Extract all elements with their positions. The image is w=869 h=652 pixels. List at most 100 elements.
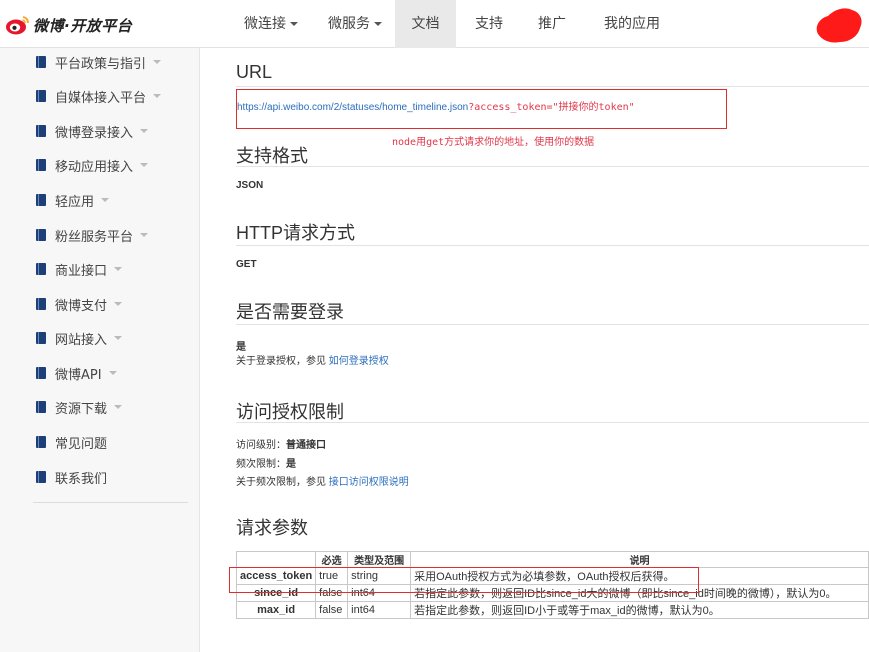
top-navbar: 微博·开放平台 微连接 微服务 文档 支持 推广 我的应用 [0, 0, 869, 48]
chevron-down-icon [153, 60, 162, 64]
param-desc: 若指定此参数，则返回ID小于或等于max_id的微博，默认为0。 [410, 601, 869, 619]
column-header [235, 551, 317, 568]
column-header-type: 类型及范围 [347, 551, 412, 568]
nav-label: 微服务 [328, 16, 370, 32]
nav-label: 推广 [538, 16, 566, 32]
sidebar-item-contact[interactable]: 联系我们 [36, 467, 107, 487]
nav-weilianjie[interactable]: 微连接 [232, 0, 310, 48]
book-icon [36, 90, 46, 102]
endpoint-url[interactable]: https://api.weibo.com/2/statuses/home_ti… [237, 102, 468, 113]
frequency-limit-label: 频次限制： [236, 459, 286, 470]
url-line: https://api.weibo.com/2/statuses/home_ti… [237, 98, 635, 113]
sidebar-item-label: 微博登录接入 [55, 125, 134, 141]
divider [236, 324, 869, 325]
sidebar-item-website[interactable]: 网站接入 [36, 328, 123, 348]
sidebar-item-weibo-login[interactable]: 微博登录接入 [36, 121, 149, 141]
book-icon [36, 332, 46, 344]
book-icon [36, 436, 46, 448]
chevron-down-icon [101, 198, 110, 202]
section-heading-url: URL [236, 62, 273, 82]
table-header-row: 必选 类型及范围 说明 [235, 551, 869, 568]
sidebar-item-weibo-api[interactable]: 微博API [36, 363, 117, 383]
param-type: int64 [347, 601, 412, 619]
sidebar-item-label: 自媒体接入平台 [55, 90, 147, 106]
access-permission-link[interactable]: 接口访问权限说明 [329, 477, 409, 488]
book-icon [36, 56, 46, 68]
sidebar-item-label: 常见问题 [55, 436, 108, 452]
section-heading-format: 支持格式 [236, 146, 308, 166]
divider [236, 166, 869, 167]
nav-weifuwu[interactable]: 微服务 [316, 0, 394, 48]
login-auth-link[interactable]: 如何登录授权 [329, 356, 389, 367]
section-heading-access-limit: 访问授权限制 [236, 402, 344, 422]
sidebar: 平台政策与指引 自媒体接入平台 微博登录接入 移动应用接入 轻应用 粉丝服务平台… [0, 48, 200, 652]
weibo-logo[interactable]: 微博·开放平台 [6, 13, 132, 37]
annotation-note: node用get方式请求你的地址，使用你的数据 [392, 137, 595, 148]
sidebar-item-label: 平台政策与指引 [55, 56, 147, 72]
book-icon [36, 401, 46, 413]
book-icon [36, 298, 46, 310]
sidebar-item-label: 联系我们 [55, 471, 108, 487]
book-icon [36, 125, 46, 137]
book-icon [36, 367, 46, 379]
book-icon [36, 159, 46, 171]
access-level-label: 访问级别： [236, 440, 286, 451]
sidebar-item-self-media[interactable]: 自媒体接入平台 [36, 86, 162, 106]
frequency-limit-value: 是 [286, 459, 296, 470]
sidebar-item-weibo-pay[interactable]: 微博支付 [36, 294, 123, 314]
login-note: 关于登录授权，参见 如何登录授权 [236, 352, 389, 367]
format-value: JSON [236, 180, 264, 191]
sidebar-item-label: 移动应用接入 [55, 159, 134, 175]
chevron-down-icon [114, 302, 123, 306]
chevron-down-icon [290, 22, 298, 26]
sidebar-divider [33, 502, 188, 503]
http-method-value: GET [236, 259, 257, 270]
sidebar-item-label: 网站接入 [55, 332, 108, 348]
redacted-user-mark [816, 8, 862, 43]
column-header-required: 必选 [315, 551, 349, 568]
sidebar-item-label: 轻应用 [55, 194, 95, 210]
divider [236, 245, 869, 246]
sidebar-item-light-app[interactable]: 轻应用 [36, 190, 110, 210]
divider [236, 86, 869, 87]
section-heading-params: 请求参数 [236, 518, 308, 538]
sidebar-item-business-api[interactable]: 商业接口 [36, 259, 123, 279]
weibo-eye-icon [6, 16, 29, 35]
table-row: max_id false int64 若指定此参数，则返回ID小于或等于max_… [235, 601, 869, 619]
nav-promote[interactable]: 推广 [526, 0, 578, 48]
nav-label: 微连接 [244, 16, 286, 32]
nav-docs[interactable]: 文档 [395, 0, 456, 48]
section-heading-login: 是否需要登录 [236, 302, 344, 322]
sidebar-item-downloads[interactable]: 资源下载 [36, 397, 123, 417]
chevron-down-icon [114, 336, 123, 340]
chevron-down-icon [140, 163, 149, 167]
chevron-down-icon [114, 405, 123, 409]
sidebar-item-label: 微博支付 [55, 298, 108, 314]
column-header-desc: 说明 [410, 551, 869, 568]
login-required-value: 是 [236, 342, 246, 353]
param-required: false [315, 601, 349, 619]
book-icon [36, 229, 46, 241]
sidebar-item-fans-service[interactable]: 粉丝服务平台 [36, 225, 149, 245]
sidebar-item-mobile-app[interactable]: 移动应用接入 [36, 155, 149, 175]
sidebar-item-faq[interactable]: 常见问题 [36, 432, 107, 452]
frequency-note-text: 关于频次限制，参见 [236, 477, 329, 488]
nav-my-apps[interactable]: 我的应用 [594, 0, 670, 48]
nav-label: 支持 [475, 16, 503, 32]
access-level-value: 普通接口 [286, 440, 326, 451]
chevron-down-icon [140, 233, 149, 237]
section-heading-http-method: HTTP请求方式 [236, 223, 355, 243]
chevron-down-icon [114, 267, 123, 271]
frequency-limit-line: 频次限制：是 [236, 455, 296, 470]
book-icon [36, 263, 46, 275]
brand-name: 微博·开放平台 [33, 16, 133, 35]
nav-support[interactable]: 支持 [463, 0, 515, 48]
access-level-line: 访问级别：普通接口 [236, 436, 326, 451]
nav-label: 我的应用 [604, 16, 660, 32]
sidebar-item-label: 粉丝服务平台 [55, 229, 134, 245]
chevron-down-icon [374, 22, 382, 26]
chevron-down-icon [108, 371, 117, 375]
sidebar-item-policy[interactable]: 平台政策与指引 [36, 52, 162, 72]
url-annotation-suffix: ?access_token="拼接你的token" [468, 102, 635, 113]
annotation-box-access-token [229, 567, 699, 593]
